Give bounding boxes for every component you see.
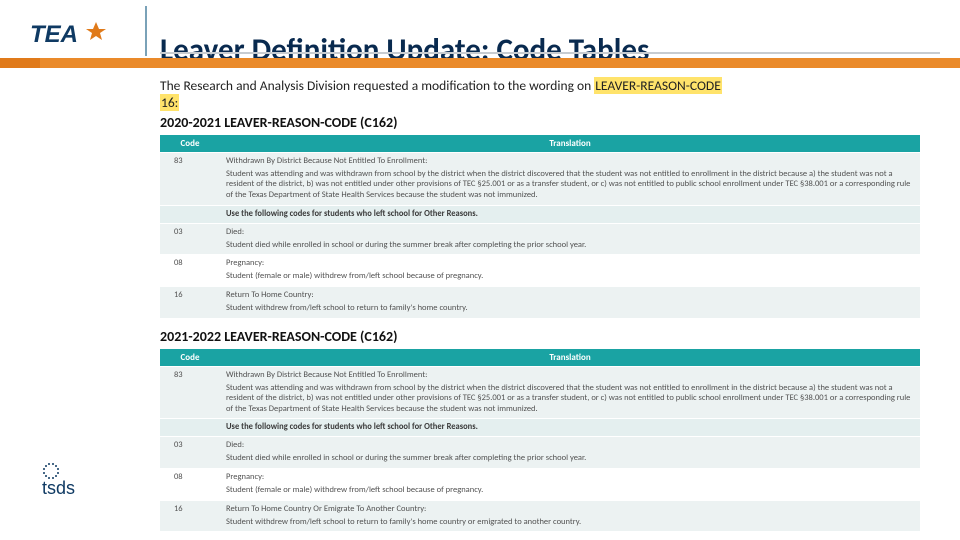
left-rail: [0, 0, 135, 540]
row-code: 83: [160, 152, 220, 205]
intro-prefix: The Research and Analysis Division reque…: [160, 77, 594, 94]
table-row: 83 Withdrawn By District Because Not Ent…: [160, 366, 920, 419]
table-row: 03 Died: Student died while enrolled in …: [160, 223, 920, 255]
table-row: 83 Withdrawn By District Because Not Ent…: [160, 152, 920, 205]
block1-heading: 2020-2021 LEAVER-REASON-CODE (C162): [160, 114, 940, 131]
row-text: Return To Home Country Or Emigrate To An…: [220, 500, 920, 531]
row-body: Student was attending and was withdrawn …: [226, 383, 914, 415]
col-translation: Translation: [220, 349, 920, 367]
row-body: Student withdrew from/left school to ret…: [226, 517, 914, 528]
svg-text:tsds: tsds: [42, 478, 75, 497]
table-row: 16 Return To Home Country Or Emigrate To…: [160, 500, 920, 531]
table-row: 08 Pregnancy: Student (female or male) w…: [160, 255, 920, 287]
row-code: 16: [160, 286, 220, 317]
row-body: Student withdrew from/left school to ret…: [226, 303, 914, 314]
col-code: Code: [160, 349, 220, 367]
row-code: 03: [160, 223, 220, 255]
separator-label: Use the following codes for students who…: [220, 205, 920, 223]
table-row: 08 Pregnancy: Student (female or male) w…: [160, 469, 920, 501]
row-text: Return To Home Country: Student withdrew…: [220, 286, 920, 317]
row-body: Student (female or male) withdrew from/l…: [226, 485, 914, 496]
col-code: Code: [160, 135, 220, 153]
tsds-logo: tsds: [42, 461, 122, 502]
row-body: Student (female or male) withdrew from/l…: [226, 271, 914, 282]
title-underline: [160, 52, 940, 54]
intro-highlight-2: 16:: [160, 94, 179, 111]
row-title: Withdrawn By District Because Not Entitl…: [226, 156, 427, 166]
row-body: Student died while enrolled in school or…: [226, 240, 914, 251]
separator-label: Use the following codes for students who…: [220, 419, 920, 437]
row-body: Student died while enrolled in school or…: [226, 453, 914, 464]
table-separator: Use the following codes for students who…: [160, 205, 920, 223]
row-text: Died: Student died while enrolled in sch…: [220, 223, 920, 255]
row-title: Withdrawn By District Because Not Entitl…: [226, 370, 427, 380]
intro-text: The Research and Analysis Division reque…: [160, 78, 940, 112]
row-code: 83: [160, 366, 220, 419]
accent-bar: [0, 58, 960, 68]
row-title: Return To Home Country Or Emigrate To An…: [226, 504, 426, 514]
row-code: 16: [160, 500, 220, 531]
intro-highlight-1: LEAVER-REASON-CODE: [594, 77, 722, 94]
title-divider: [145, 6, 147, 56]
row-code: 08: [160, 255, 220, 287]
row-code: 08: [160, 469, 220, 501]
tea-logo: TEA: [30, 18, 120, 50]
row-text: Died: Student died while enrolled in sch…: [220, 437, 920, 469]
row-title: Died:: [226, 440, 244, 450]
block2-heading: 2021-2022 LEAVER-REASON-CODE (C162): [160, 328, 940, 345]
col-translation: Translation: [220, 135, 920, 153]
row-text: Withdrawn By District Because Not Entitl…: [220, 366, 920, 419]
table-separator: Use the following codes for students who…: [160, 419, 920, 437]
table-row: 03 Died: Student died while enrolled in …: [160, 437, 920, 469]
table-row: 16 Return To Home Country: Student withd…: [160, 286, 920, 317]
row-text: Pregnancy: Student (female or male) with…: [220, 255, 920, 287]
row-text: Withdrawn By District Because Not Entitl…: [220, 152, 920, 205]
row-title: Return To Home Country:: [226, 290, 314, 300]
content-area: The Research and Analysis Division reque…: [160, 78, 940, 531]
row-body: Student was attending and was withdrawn …: [226, 169, 914, 201]
code-table-2021-2022: Code Translation 83 Withdrawn By Distric…: [160, 349, 920, 532]
row-code: 03: [160, 437, 220, 469]
code-table-2020-2021: Code Translation 83 Withdrawn By Distric…: [160, 135, 920, 318]
svg-text:TEA: TEA: [30, 21, 78, 48]
row-title: Died:: [226, 227, 244, 237]
row-text: Pregnancy: Student (female or male) with…: [220, 469, 920, 501]
row-title: Pregnancy:: [226, 472, 264, 482]
row-title: Pregnancy:: [226, 258, 264, 268]
